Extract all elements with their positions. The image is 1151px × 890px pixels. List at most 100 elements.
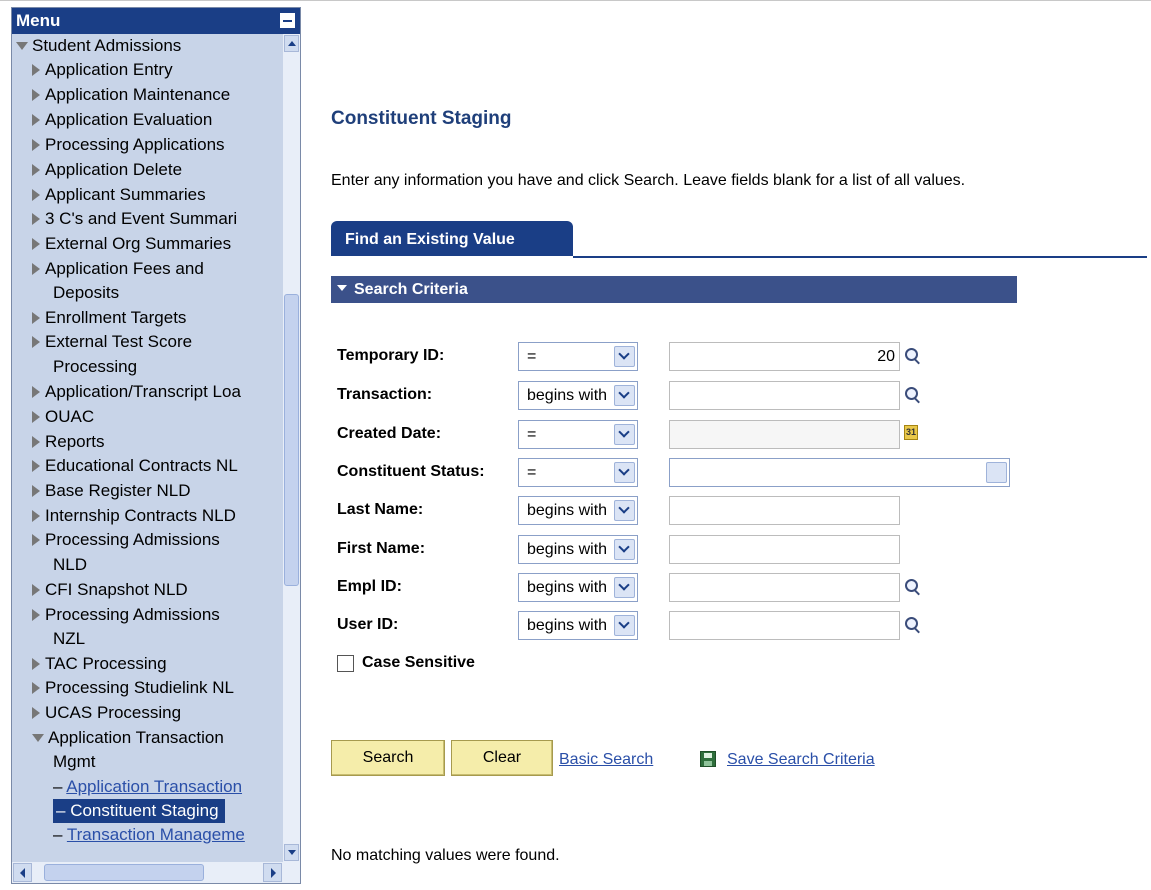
user-id-input[interactable]	[669, 611, 900, 640]
scroll-up-button[interactable]	[284, 35, 299, 52]
arrow-right-icon	[271, 868, 276, 878]
arrow-down-icon	[288, 850, 296, 855]
menu-header: Menu	[12, 8, 300, 34]
collapsed-triangle-icon	[32, 212, 40, 225]
menu-item[interactable]: TAC Processing	[32, 652, 167, 676]
created-date-input[interactable]	[669, 420, 900, 449]
last-name-input[interactable]	[669, 496, 900, 525]
search-button[interactable]: Search	[331, 740, 445, 776]
menu-item[interactable]: UCAS Processing	[32, 701, 181, 725]
collapsed-triangle-icon	[32, 583, 40, 596]
collapsed-triangle-icon	[32, 681, 40, 694]
expanded-triangle-icon	[16, 41, 28, 50]
collapsed-triangle-icon	[32, 262, 40, 275]
status-message: No matching values were found.	[331, 847, 560, 864]
menu-item[interactable]: Application Maintenance	[32, 83, 230, 107]
menu-item[interactable]: Application Delete	[32, 158, 182, 182]
created-date-operator-select[interactable]: =	[518, 420, 638, 449]
search-criteria-section-header[interactable]: Search Criteria	[331, 276, 1017, 303]
temporary-id-operator-select[interactable]: =	[518, 342, 638, 371]
collapse-menu-icon[interactable]	[280, 13, 295, 28]
tab-divider	[573, 256, 1147, 258]
user-id-label: User ID:	[337, 616, 399, 633]
menu-root-student-admissions[interactable]: Student Admissions	[16, 34, 181, 58]
menu-item[interactable]: Applicant Summaries	[32, 183, 206, 207]
submenu-item-transaction-management[interactable]: – Transaction Manageme	[53, 823, 245, 847]
basic-search-link[interactable]: Basic Search	[559, 751, 653, 769]
menu-item[interactable]: Processing Admissions	[32, 528, 220, 552]
transaction-input[interactable]	[669, 381, 900, 410]
menu-item[interactable]: Processing Admissions	[32, 603, 220, 627]
collapsed-triangle-icon	[32, 459, 40, 472]
dropdown-arrow-icon	[986, 462, 1007, 483]
horizontal-scroll-thumb[interactable]	[44, 864, 204, 881]
menu-item[interactable]: Application Entry	[32, 58, 173, 82]
submenu-item-application-transaction[interactable]: – Application Transaction	[53, 775, 242, 799]
collapse-triangle-icon	[337, 284, 347, 291]
menu-item-continuation[interactable]: Processing	[53, 355, 137, 379]
menu-item[interactable]: External Org Summaries	[32, 232, 231, 256]
constituent-status-label: Constituent Status:	[337, 463, 485, 480]
empl-id-operator-select[interactable]: begins with	[518, 573, 638, 602]
scroll-down-button[interactable]	[284, 844, 299, 861]
save-disk-icon[interactable]	[700, 751, 716, 767]
collapsed-triangle-icon	[32, 88, 40, 101]
temporary-id-input[interactable]: 20	[669, 342, 900, 371]
instructions-text: Enter any information you have and click…	[331, 172, 966, 189]
menu-item[interactable]: Application Evaluation	[32, 108, 212, 132]
temporary-id-label: Temporary ID:	[337, 347, 445, 364]
menu-item[interactable]: Reports	[32, 430, 105, 454]
constituent-status-operator-select[interactable]: =	[518, 458, 638, 487]
submenu-item-constituent-staging-selected[interactable]: – Constituent Staging	[53, 799, 225, 823]
menu-item[interactable]: 3 C's and Event Summari	[32, 207, 237, 231]
menu-item[interactable]: Educational Contracts NL	[32, 454, 238, 478]
arrow-left-icon	[20, 868, 25, 878]
first-name-operator-select[interactable]: begins with	[518, 535, 638, 564]
search-lookup-icon[interactable]	[904, 578, 922, 596]
transaction-operator-select[interactable]: begins with	[518, 381, 638, 410]
collapsed-triangle-icon	[32, 509, 40, 522]
menu-item-continuation[interactable]: NZL	[53, 627, 85, 651]
menu-item[interactable]: Application Fees and	[32, 257, 204, 281]
vertical-scroll-thumb[interactable]	[284, 294, 299, 586]
collapsed-triangle-icon	[32, 608, 40, 621]
menu-item[interactable]: Processing Applications	[32, 133, 225, 157]
save-search-criteria-link[interactable]: Save Search Criteria	[727, 751, 875, 769]
menu-item-continuation[interactable]: Mgmt	[53, 750, 96, 774]
menu-item[interactable]: OUAC	[32, 405, 94, 429]
clear-button[interactable]: Clear	[451, 740, 553, 776]
scrollbar-corner	[283, 862, 300, 883]
menu-item[interactable]: External Test Score	[32, 330, 192, 354]
menu-item[interactable]: Processing Studielink NL	[32, 676, 234, 700]
menu-item[interactable]: CFI Snapshot NLD	[32, 578, 188, 602]
dropdown-arrow-icon	[614, 500, 635, 521]
user-id-operator-select[interactable]: begins with	[518, 611, 638, 640]
case-sensitive-checkbox[interactable]	[337, 655, 354, 672]
menu-item-continuation[interactable]: NLD	[53, 553, 87, 577]
collapsed-triangle-icon	[32, 311, 40, 324]
scroll-left-button[interactable]	[13, 863, 32, 882]
collapsed-triangle-icon	[32, 484, 40, 497]
menu-item[interactable]: Base Register NLD	[32, 479, 191, 503]
constituent-status-select[interactable]	[669, 458, 1010, 487]
menu-item[interactable]: Enrollment Targets	[32, 306, 186, 330]
menu-item[interactable]: Internship Contracts NLD	[32, 504, 236, 528]
empl-id-input[interactable]	[669, 573, 900, 602]
menu-vertical-scrollbar[interactable]	[283, 34, 300, 862]
search-lookup-icon[interactable]	[904, 616, 922, 634]
menu-item-continuation[interactable]: Deposits	[53, 281, 119, 305]
case-sensitive-label[interactable]: Case Sensitive	[362, 654, 475, 672]
search-lookup-icon[interactable]	[904, 386, 922, 404]
first-name-input[interactable]	[669, 535, 900, 564]
last-name-operator-select[interactable]: begins with	[518, 496, 638, 525]
menu-title: Menu	[16, 11, 61, 30]
menu-tree: Student Admissions Application Entry App…	[12, 34, 283, 862]
menu-item[interactable]: Application/Transcript Loa	[32, 380, 241, 404]
search-lookup-icon[interactable]	[904, 347, 922, 365]
menu-group-application-transaction-mgmt[interactable]: Application Transaction	[32, 726, 224, 750]
calendar-icon[interactable]: 31	[904, 425, 918, 440]
tab-find-existing-value[interactable]: Find an Existing Value	[331, 221, 573, 256]
dropdown-arrow-icon	[614, 577, 635, 598]
scroll-right-button[interactable]	[263, 863, 282, 882]
menu-horizontal-scrollbar[interactable]	[12, 862, 283, 883]
